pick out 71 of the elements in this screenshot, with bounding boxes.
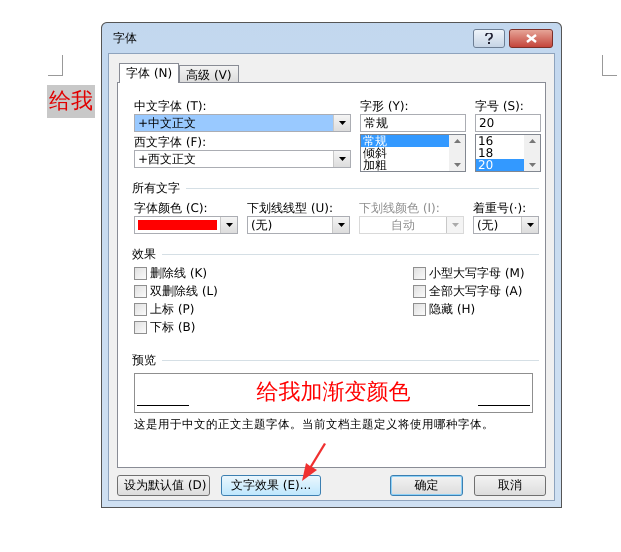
checkbox[interactable] [413, 267, 426, 280]
field-label: 下划线线型 (U): [247, 201, 334, 216]
option-list[interactable]: 常规 倾斜 加粗 [360, 134, 466, 172]
field-label: 中文字体 (T): [134, 99, 208, 114]
page-corner-mark [48, 55, 63, 76]
input-field[interactable]: 常规 [360, 114, 466, 132]
color-dropdown[interactable] [134, 216, 238, 234]
list-option[interactable]: 18 [476, 147, 524, 159]
field-label: 字形 (Y): [360, 99, 410, 114]
checkbox[interactable] [134, 267, 147, 280]
scroll-up-icon[interactable] [454, 139, 460, 143]
checkbox-label: 下标 (B) [150, 319, 196, 336]
page-corner-mark [602, 55, 617, 76]
checkbox[interactable] [134, 285, 147, 298]
field-label: 着重号(·): [473, 201, 528, 216]
field-label: 字体颜色 (C): [134, 201, 209, 216]
document-text: 给我 [47, 85, 95, 118]
checkbox[interactable] [413, 303, 426, 316]
scrollbar[interactable] [524, 135, 540, 171]
scroll-down-icon[interactable] [454, 163, 460, 167]
checkbox[interactable] [134, 303, 147, 316]
close-icon [526, 34, 536, 42]
checkbox-label: 上标 (P) [150, 301, 194, 318]
caret-icon [338, 223, 344, 227]
dropdown-button[interactable] [332, 217, 349, 233]
dropdown-field[interactable]: (无) [247, 216, 350, 234]
input-field[interactable]: 20 [475, 114, 541, 132]
option-list[interactable]: 16 18 20 [475, 134, 541, 172]
scroll-down-icon[interactable] [528, 163, 536, 167]
preview-description: 这是用于中文的正文主题字体。当前文档主题定义将使用哪种字体。 [134, 417, 495, 432]
dropdown-field[interactable]: +中文正文 [134, 114, 351, 132]
field-label: 西文字体 (F): [134, 135, 208, 150]
window-title: 字体 [113, 30, 138, 46]
preview-text: 给我加渐变颜色 [256, 379, 410, 407]
field-label: 下划线颜色 (I): [359, 201, 441, 216]
scroll-up-icon[interactable] [528, 139, 536, 143]
dropdown-field[interactable]: +西文正文 [134, 150, 351, 168]
scrollbar[interactable] [449, 135, 465, 171]
dialog-button[interactable]: 文字效果 (E)... [221, 475, 322, 496]
dropdown-button[interactable] [333, 115, 350, 131]
field-label: 字号 (S): [475, 99, 525, 114]
caret-icon [226, 223, 232, 227]
dropdown-button[interactable] [521, 217, 538, 233]
section-heading: 效果 [132, 246, 156, 263]
section-heading: 所有文字 [132, 180, 180, 197]
caret-icon [452, 223, 458, 227]
caret-icon [338, 121, 346, 125]
checkbox-label: 双删除线 (L) [150, 283, 218, 300]
checkbox-label: 隐藏 (H) [429, 301, 476, 318]
dropdown-field[interactable]: (无) [473, 216, 539, 234]
checkbox-label: 小型大写字母 (M) [429, 265, 525, 282]
caret-icon [338, 157, 346, 161]
list-option[interactable]: 加粗 [361, 159, 449, 171]
dropdown-button[interactable] [220, 217, 237, 233]
help-button[interactable] [473, 28, 505, 48]
dropdown-button[interactable] [333, 151, 350, 167]
list-option[interactable]: 倾斜 [361, 147, 449, 159]
tab[interactable]: 高级 (V) [179, 65, 239, 82]
list-option[interactable]: 16 [476, 135, 524, 147]
dialog-button[interactable]: 设为默认值 (D) [117, 475, 210, 496]
tab[interactable]: 字体 (N) [119, 63, 180, 83]
section-heading: 预览 [132, 352, 156, 369]
close-button[interactable] [509, 28, 553, 48]
caret-icon [526, 223, 534, 227]
dialog-button[interactable]: 确定 [390, 475, 463, 496]
help-icon [485, 32, 493, 44]
dialog-button[interactable]: 取消 [474, 475, 546, 496]
checkbox[interactable] [413, 285, 426, 298]
checkbox-label: 全部大写字母 (A) [429, 283, 522, 300]
checkbox-label: 删除线 (K) [150, 265, 208, 282]
checkbox[interactable] [134, 321, 147, 334]
